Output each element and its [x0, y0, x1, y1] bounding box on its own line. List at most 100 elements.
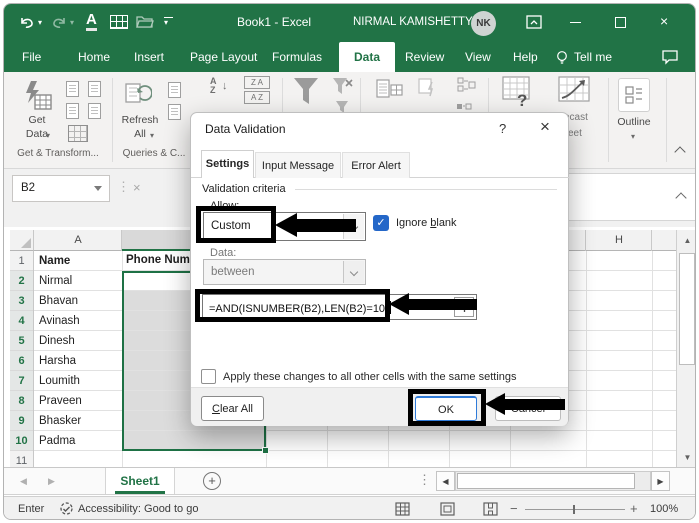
cell-a8[interactable]: Praveen — [34, 391, 122, 411]
tab-formulas[interactable]: Formulas — [272, 42, 322, 72]
outline-dropdown-icon[interactable]: ▾ — [631, 132, 635, 141]
refresh-dropdown-icon[interactable]: ▾ — [150, 131, 154, 140]
hscroll-right-icon[interactable]: ▶ — [651, 471, 670, 491]
cell-a1[interactable]: Name — [34, 251, 122, 271]
undo-dropdown-icon[interactable]: ▾ — [38, 18, 42, 27]
dialog-close-button[interactable]: × — [540, 117, 550, 137]
tab-page-layout[interactable]: Page Layout — [190, 42, 257, 72]
zoom-in-icon[interactable]: + — [630, 501, 638, 516]
outline-label[interactable]: Outline — [608, 116, 660, 128]
scroll-up-icon[interactable]: ▲ — [677, 230, 696, 250]
properties-icon[interactable] — [168, 104, 181, 120]
cell-a9[interactable]: Bhasker — [34, 411, 122, 431]
hscroll-left-icon[interactable]: ◀ — [436, 471, 455, 491]
consolidate-icon[interactable] — [456, 77, 478, 104]
collapse-ribbon-icon[interactable] — [674, 146, 685, 157]
tab-home[interactable]: Home — [78, 42, 110, 72]
zoom-out-icon[interactable]: − — [510, 501, 518, 516]
column-a-cells[interactable]: Name Nirmal Bhavan Avinash Dinesh Harsha… — [34, 251, 122, 467]
redo-dropdown-icon[interactable]: ▾ — [70, 18, 74, 27]
row-header-column[interactable]: 1 2 3 4 5 6 7 8 9 10 11 — [10, 251, 34, 467]
tab-data[interactable]: Data — [339, 42, 395, 72]
forecast-sheet-icon[interactable] — [558, 76, 592, 113]
filter-icon[interactable] — [292, 76, 320, 113]
qat-customize-icon[interactable]: ▾ — [164, 17, 173, 27]
select-all-corner[interactable] — [10, 230, 34, 251]
from-table-icon[interactable] — [68, 125, 88, 142]
sort-custom-icon[interactable]: A Z — [244, 91, 270, 104]
dialog-help-button[interactable]: ? — [499, 121, 506, 136]
zoom-slider-track[interactable] — [525, 509, 625, 510]
refresh-all-label-1[interactable]: Refresh — [116, 114, 164, 126]
fill-handle[interactable] — [262, 447, 269, 454]
comment-icon[interactable] — [661, 49, 679, 70]
cell-a6[interactable]: Harsha — [34, 351, 122, 371]
cell-a2[interactable]: Nirmal — [34, 271, 122, 291]
row-header[interactable]: 3 — [10, 291, 33, 311]
vertical-scroll-thumb[interactable] — [679, 253, 695, 365]
page-layout-view-icon[interactable] — [440, 502, 455, 519]
cell-a10[interactable]: Padma — [34, 431, 122, 451]
apply-changes-checkbox[interactable] — [201, 369, 216, 384]
what-if-analysis-icon[interactable]: ? — [502, 76, 534, 113]
horizontal-scrollbar[interactable] — [455, 471, 651, 491]
open-folder-icon[interactable] — [136, 14, 154, 34]
get-data-label-1[interactable]: Get — [15, 114, 59, 126]
sheet-nav-next-icon[interactable]: ▶ — [48, 476, 55, 487]
normal-view-icon[interactable] — [395, 502, 410, 519]
cell-a5[interactable]: Dinesh — [34, 331, 122, 351]
tab-file[interactable]: File — [22, 42, 41, 72]
column-header-h[interactable]: H — [586, 230, 652, 251]
tab-insert[interactable]: Insert — [134, 42, 164, 72]
sort-az-icon[interactable]: AZ — [210, 77, 217, 95]
row-header[interactable]: 2 — [10, 271, 33, 291]
formula-input-area[interactable] — [564, 173, 696, 221]
row-header[interactable]: 1 — [10, 251, 33, 271]
row-header[interactable]: 7 — [10, 371, 33, 391]
vertical-scrollbar[interactable]: ▲ ▼ — [676, 230, 696, 467]
row-header[interactable]: 5 — [10, 331, 33, 351]
get-data-label-2[interactable]: Data — [15, 128, 59, 140]
tab-tell-me[interactable]: Tell me — [574, 42, 612, 72]
sort-za-icon[interactable]: Z A — [244, 76, 270, 89]
borders-icon[interactable] — [110, 15, 128, 29]
text-to-columns-icon[interactable] — [376, 77, 404, 110]
maximize-button[interactable] — [615, 17, 626, 28]
tab-view[interactable]: View — [465, 42, 491, 72]
font-color-icon[interactable]: A — [86, 11, 97, 31]
cell-a4[interactable]: Avinash — [34, 311, 122, 331]
get-data-icon[interactable] — [19, 79, 53, 118]
close-button[interactable]: × — [660, 13, 668, 29]
redo-icon[interactable] — [50, 14, 68, 35]
accessibility-status[interactable]: Accessibility: Good to go — [78, 503, 198, 515]
cell-a3[interactable]: Bhavan — [34, 291, 122, 311]
ribbon-display-options-icon[interactable] — [526, 15, 542, 34]
zoom-level[interactable]: 100% — [650, 503, 678, 515]
dialog-tab-settings[interactable]: Settings — [201, 150, 254, 178]
minimize-button[interactable] — [570, 22, 581, 23]
row-header[interactable]: 11 — [10, 451, 33, 467]
zoom-slider-thumb[interactable] — [573, 505, 575, 514]
existing-connections-icon[interactable] — [88, 103, 101, 119]
horizontal-scroll-thumb[interactable] — [457, 473, 635, 489]
dialog-tab-input-message[interactable]: Input Message — [255, 152, 341, 178]
dialog-tab-error-alert[interactable]: Error Alert — [342, 152, 410, 178]
tab-help[interactable]: Help — [513, 42, 538, 72]
tab-scroll-splitter-icon[interactable]: ⋮ — [418, 472, 431, 488]
column-header-a[interactable]: A — [34, 230, 122, 251]
get-data-dropdown-icon[interactable]: ▾ — [46, 131, 50, 140]
page-break-view-icon[interactable] — [483, 502, 498, 519]
undo-icon[interactable] — [18, 14, 36, 35]
row-header[interactable]: 8 — [10, 391, 33, 411]
name-box-dropdown-icon[interactable] — [94, 186, 102, 191]
tab-review[interactable]: Review — [405, 42, 444, 72]
row-header[interactable]: 10 — [10, 431, 33, 451]
queries-connections-icon[interactable] — [168, 82, 181, 98]
cell-a7[interactable]: Loumith — [34, 371, 122, 391]
refresh-all-icon[interactable] — [124, 80, 152, 113]
flash-fill-icon[interactable] — [418, 78, 438, 103]
outline-icon[interactable] — [618, 78, 650, 112]
recent-sources-icon[interactable] — [88, 81, 101, 97]
from-text-icon[interactable] — [66, 81, 79, 97]
name-box[interactable]: B2 — [12, 175, 110, 202]
